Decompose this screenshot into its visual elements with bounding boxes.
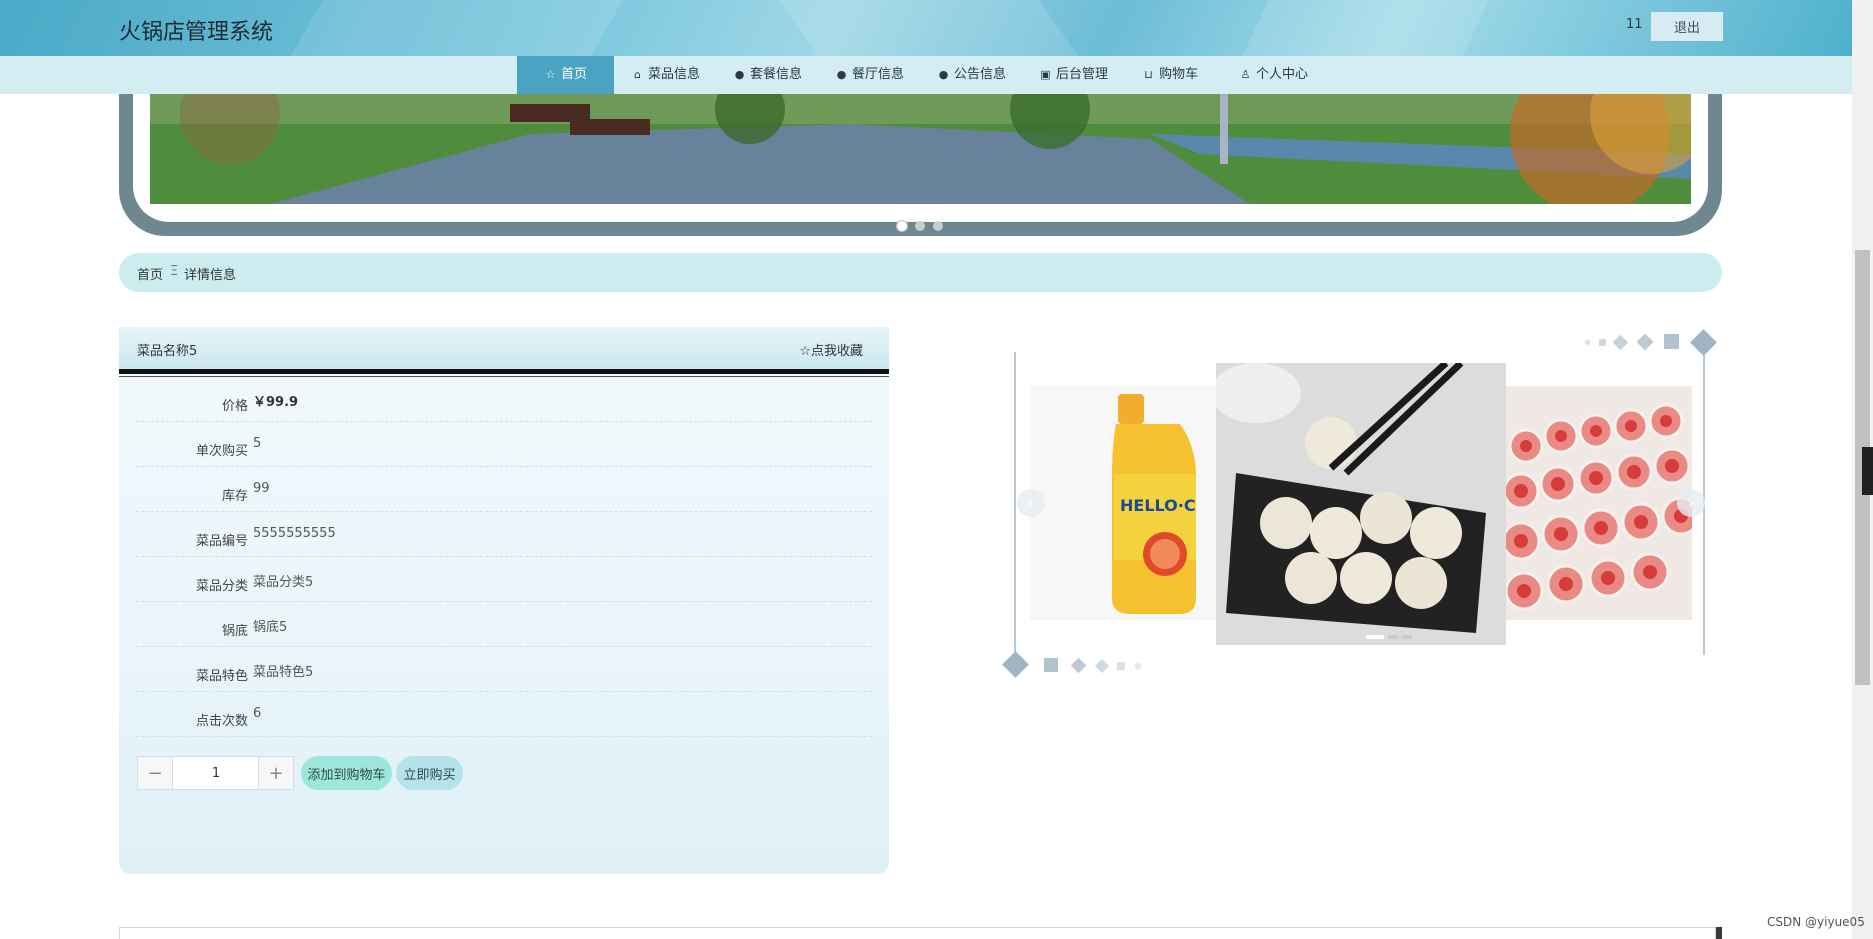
field-row-per-purchase: 单次购买 5 [136,422,872,467]
watermark: CSDN @yiyue05 [1767,915,1865,929]
increase-button[interactable]: + [258,757,293,789]
breadcrumb-current: 详情信息 [184,268,237,283]
price-value: ￥99.9 [253,395,299,410]
banner-dot-2[interactable] [915,221,925,231]
detail-panel: 菜品名称5 ☆点我收藏 价格 ￥99.9 单次购买 5 库存 99 菜品编号 5… [119,327,889,874]
nav-item-admin[interactable]: ▣ 后台管理 [1039,56,1108,94]
bottom-section [119,927,1716,939]
field-row-category: 菜品分类 菜品分类5 [136,557,872,602]
banner-image[interactable] [150,94,1691,204]
nav-item-notices[interactable]: ● 公告信息 [937,56,1006,94]
nav-item-combos[interactable]: ● 套餐信息 [733,56,802,94]
drink-bottle-image: HELLO·C [1030,386,1216,620]
carousel-image-meat-rolls[interactable] [1506,386,1692,620]
quantity-input[interactable] [173,757,259,789]
bag-icon: ⌂ [634,68,641,81]
user-icon: ♙ [1240,68,1251,81]
star-icon: ☆ [545,68,556,81]
svg-text:HELLO·C: HELLO·C [1120,496,1196,515]
park-scene [150,94,1691,204]
breadcrumb-home[interactable]: 首页 [137,264,163,283]
field-row-feature: 菜品特色 菜品特色5 [136,647,872,692]
cart-icon: ⊔ [1144,68,1153,81]
nav-item-cart[interactable]: ⊔ 购物车 [1142,56,1198,94]
carousel-image-dumplings[interactable] [1216,363,1506,645]
add-to-cart-button[interactable]: 添加到购物车 [301,756,392,790]
app-title: 火锅店管理系统 [119,20,274,45]
carousel-image-drink[interactable]: HELLO·C [1030,386,1216,620]
detail-header: 菜品名称5 ☆点我收藏 [119,327,889,371]
info-icon: ● [734,68,745,81]
question-icon: ● [836,68,847,81]
logout-button[interactable]: 退出 [1651,12,1723,41]
field-row-stock: 库存 99 [136,467,872,512]
breadcrumb: 首页 Ξ 详情信息 [119,253,1722,292]
gift-icon: ▣ [1040,68,1051,81]
field-row-dish-code: 菜品编号 5555555555 [136,512,872,557]
decrease-button[interactable]: − [138,757,173,789]
info-icon: ● [938,68,949,81]
dish-title: 菜品名称5 [137,344,198,359]
nav-item-home[interactable]: ☆ 首页 [517,56,614,94]
breadcrumb-separator-icon: Ξ [170,264,179,279]
field-row-soup-base: 锅底 锅底5 [136,602,872,647]
banner-dot-3[interactable] [933,221,943,231]
banner-dot-1[interactable] [897,221,907,231]
nav-item-profile[interactable]: ♙ 个人中心 [1239,56,1308,94]
carousel-prev-button[interactable]: ‹ [1017,489,1045,517]
nav-item-restaurant[interactable]: ● 餐厅信息 [835,56,904,94]
top-header: 火锅店管理系统 11 退出 [0,0,1852,56]
buy-now-button[interactable]: 立即购买 [396,756,463,790]
main-nav: ☆ 首页 ⌂ 菜品信息 ● 套餐信息 ● 餐厅信息 ● 公告信息 ▣ 后台管理 ⊔ 购物车 ♙… [0,56,1852,94]
dumplings-image [1216,363,1506,645]
field-row-click-count: 点击次数 6 [136,692,872,737]
nav-item-dishes[interactable]: ⌂ 菜品信息 [631,56,700,94]
meat-rolls-image [1506,386,1692,620]
favorite-button[interactable]: ☆点我收藏 [799,340,863,359]
user-badge[interactable]: 11 [1626,17,1643,32]
field-row-price: 价格 ￥99.9 [136,377,872,422]
carousel-next-button[interactable]: › [1677,489,1705,517]
quantity-stepper: − + [137,756,294,790]
